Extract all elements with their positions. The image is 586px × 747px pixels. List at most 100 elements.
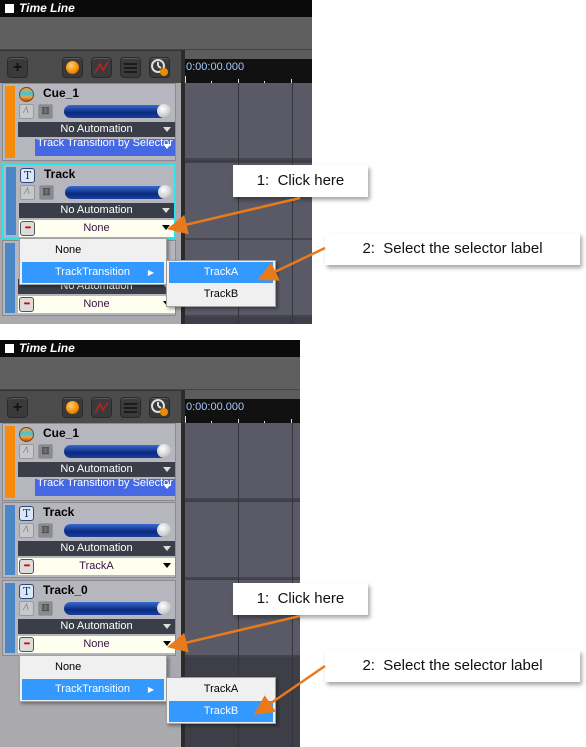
chevron-down-icon [163, 127, 171, 132]
record-button[interactable] [62, 397, 83, 418]
callout-select-label: 2: Select the selector label [325, 233, 580, 265]
submenu-item-tracka[interactable]: TrackA [169, 679, 273, 700]
add-icon: + [12, 58, 23, 76]
callout-text: 1: Click here [256, 590, 345, 607]
selector-value: None [83, 222, 110, 234]
waveform-icon[interactable]: ⁄\ [19, 444, 34, 459]
window-title: Time Line [19, 1, 75, 15]
track-color-bar [5, 86, 15, 158]
chevron-down-icon [163, 144, 171, 149]
waveform-icon[interactable]: ⁄\ [20, 185, 35, 200]
menu-item-tracktransition[interactable]: TrackTransition ▶ [22, 262, 164, 283]
selector-dropdown[interactable]: ••• None [18, 296, 175, 313]
text-track-icon: T [20, 168, 35, 183]
automation-button[interactable] [91, 57, 112, 78]
automation-value: No Automation [60, 620, 133, 632]
selector-dropdown[interactable]: ••• None [18, 636, 175, 653]
list-icon [124, 402, 137, 413]
timeline-row[interactable] [185, 423, 300, 500]
track-header[interactable]: T Track_0 ⁄\ ▥ No Automation ••• None [2, 580, 176, 656]
mute-icon[interactable]: ▥ [38, 104, 53, 119]
selector-dropdown[interactable]: ••• None [19, 220, 174, 237]
menu-item-tracktransition[interactable]: TrackTransition ▶ [22, 679, 164, 700]
menu-item-none[interactable]: None [22, 240, 164, 261]
callout-click-here: 1: Click here [233, 583, 368, 615]
submenu-item-tracka[interactable]: TrackA [169, 262, 273, 283]
submenu-arrow-icon: ▶ [147, 268, 154, 277]
time-ruler[interactable]: 0:00:00.000 [185, 390, 300, 423]
window-title-bar: Time Line [0, 0, 312, 17]
track-header[interactable]: Cue_1 ⁄\ ▥ No Automation Track Transitio… [2, 423, 176, 501]
list-button[interactable] [120, 57, 141, 78]
timeline-row[interactable] [185, 502, 300, 579]
transition-dropdown[interactable]: Track Transition by Selector [35, 479, 175, 496]
submenu-item-trackb[interactable]: TrackB [169, 701, 273, 722]
automation-graph-icon [94, 61, 109, 74]
track-header[interactable]: T Track ⁄\ ▥ No Automation ••• TrackA [2, 502, 176, 578]
window-checkbox-icon[interactable] [5, 4, 14, 13]
automation-dropdown[interactable]: No Automation [18, 122, 175, 137]
track-header[interactable]: T Track ⁄\ ▥ No Automation ••• None [2, 163, 176, 239]
volume-slider[interactable] [65, 185, 172, 199]
submenu-item-label: TrackA [203, 683, 239, 695]
clock-button[interactable] [149, 397, 170, 418]
mute-icon[interactable]: ▥ [38, 601, 53, 616]
mute-icon[interactable]: ▥ [38, 523, 53, 538]
automation-button[interactable] [91, 397, 112, 418]
menu-item-label: TrackTransition [55, 266, 130, 278]
waveform-icon[interactable]: ⁄\ [19, 601, 34, 616]
slider-knob[interactable] [157, 523, 171, 537]
transition-dropdown[interactable]: Track Transition by Selector [35, 139, 175, 156]
volume-slider[interactable] [64, 523, 171, 537]
volume-slider[interactable] [64, 104, 171, 118]
add-track-button[interactable]: + [7, 57, 28, 78]
record-ball-icon [66, 61, 79, 74]
menu-item-label: None [55, 244, 82, 256]
track-name: Cue_1 [43, 426, 80, 440]
volume-slider[interactable] [64, 444, 171, 458]
selector-value: None [83, 638, 110, 650]
clock-button[interactable] [149, 57, 170, 78]
waveform-icon[interactable]: ⁄\ [19, 523, 34, 538]
record-button[interactable] [62, 57, 83, 78]
text-track-icon: T [19, 584, 34, 599]
track-color-bar [5, 583, 15, 653]
slider-knob[interactable] [158, 185, 172, 199]
track-color-bar [5, 426, 15, 498]
add-track-button[interactable]: + [7, 397, 28, 418]
slider-knob[interactable] [157, 601, 171, 615]
mute-icon[interactable]: ▥ [39, 185, 54, 200]
volume-slider[interactable] [64, 601, 171, 615]
selector-value: TrackA [79, 560, 114, 572]
track-name: Track_0 [43, 583, 88, 597]
record-ball-icon [66, 401, 79, 414]
slider-knob[interactable] [157, 444, 171, 458]
list-button[interactable] [120, 397, 141, 418]
track-name: Track [44, 167, 76, 181]
mute-icon[interactable]: ▥ [38, 444, 53, 459]
window-title: Time Line [19, 341, 75, 355]
submenu-item-label: TrackB [203, 288, 239, 300]
menu-item-none[interactable]: None [22, 657, 164, 678]
window-checkbox-icon[interactable] [5, 344, 14, 353]
list-icon [124, 62, 137, 73]
selector-menu: None TrackTransition ▶ [19, 655, 167, 702]
submenu-item-trackb[interactable]: TrackB [169, 284, 273, 305]
automation-dropdown[interactable]: No Automation [19, 203, 174, 218]
slider-knob[interactable] [157, 104, 171, 118]
timeline-toolbar: + [0, 390, 181, 423]
automation-value: No Automation [60, 463, 133, 475]
menu-item-label: TrackTransition [55, 683, 130, 695]
track-header[interactable]: Cue_1 ⁄\ ▥ No Automation Track Transitio… [2, 83, 176, 161]
selector-dropdown[interactable]: ••• TrackA [18, 558, 175, 575]
track-name: Track [43, 505, 75, 519]
menu-item-label: None [55, 661, 82, 673]
time-ruler[interactable]: 0:00:00.000 [185, 50, 312, 83]
clock-icon [151, 59, 168, 76]
automation-dropdown[interactable]: No Automation [18, 541, 175, 556]
submenu-item-label: TrackA [203, 266, 239, 278]
selector-icon: ••• [19, 297, 34, 312]
automation-dropdown[interactable]: No Automation [18, 619, 175, 634]
waveform-icon[interactable]: ⁄\ [19, 104, 34, 119]
automation-dropdown[interactable]: No Automation [18, 462, 175, 477]
